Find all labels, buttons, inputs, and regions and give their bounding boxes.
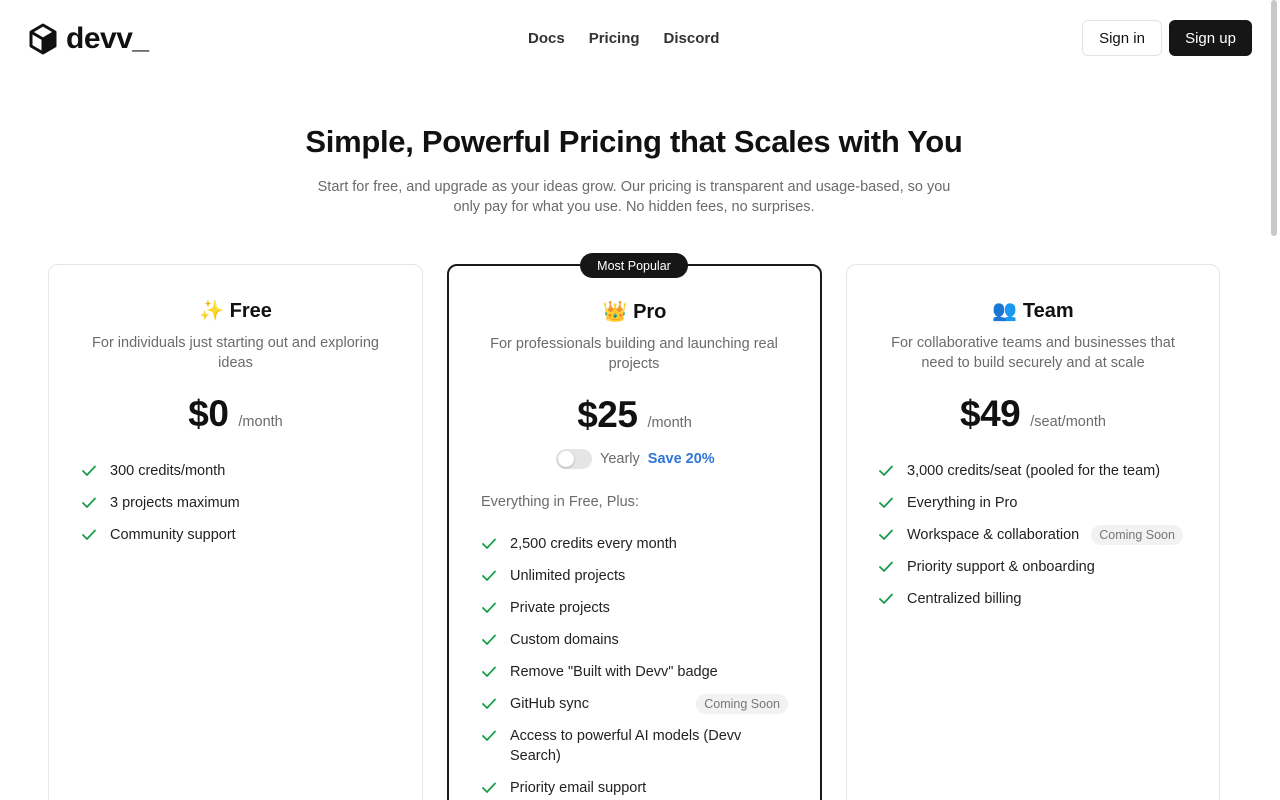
check-icon [879, 589, 893, 609]
nav-discord[interactable]: Discord [664, 30, 720, 47]
check-icon [482, 566, 496, 586]
price-period-pro: /month [647, 415, 692, 431]
price-pro: $25 /month [447, 394, 822, 436]
feature-pro-3: Private projects [482, 598, 610, 618]
feature-free-2: 3 projects maximum [82, 493, 240, 513]
site-header: devv_ Docs Pricing Discord Sign in Sign … [0, 0, 1280, 76]
feature-pro-6: GitHub sync Coming Soon [482, 694, 788, 714]
plan-name-free: Free [229, 300, 272, 322]
sparkles-icon: ✨ [199, 300, 225, 322]
plan-name-pro: Pro [633, 301, 667, 323]
save-label: Save 20% [647, 451, 715, 467]
toggle-knob [558, 451, 574, 467]
most-popular-badge: Most Popular [580, 253, 688, 278]
plan-desc-free: For individuals just starting out and ex… [92, 335, 379, 371]
nav-docs[interactable]: Docs [528, 30, 565, 47]
main-nav: Docs Pricing Discord [528, 30, 719, 47]
check-icon [879, 557, 893, 577]
sign-in-button[interactable]: Sign in [1082, 20, 1162, 56]
yearly-label: Yearly [600, 451, 640, 467]
plan-title-pro: 👑 Pro [447, 299, 822, 324]
feature-free-1: 300 credits/month [82, 461, 225, 481]
feature-team-4: Priority support & onboarding [879, 557, 1095, 577]
price-amount-team: $49 [960, 393, 1021, 434]
nav-pricing[interactable]: Pricing [589, 30, 640, 47]
coming-soon-badge: Coming Soon [1091, 525, 1183, 545]
check-icon [482, 662, 496, 682]
feature-pro-5: Remove "Built with Devv" badge [482, 662, 718, 682]
check-icon [879, 461, 893, 481]
logo-text: devv_ [66, 22, 149, 55]
cube-logo-icon [29, 23, 57, 55]
check-icon [482, 598, 496, 618]
check-icon [82, 493, 96, 513]
check-icon [879, 525, 893, 545]
feature-team-1: 3,000 credits/seat (pooled for the team) [879, 461, 1160, 481]
check-icon [482, 630, 496, 650]
page-scrollbar[interactable] [1271, 0, 1277, 236]
check-icon [482, 694, 496, 714]
sign-up-button[interactable]: Sign up [1169, 20, 1252, 56]
logo[interactable]: devv_ [28, 22, 149, 56]
feature-free-3: Community support [82, 525, 236, 545]
price-amount-free: $0 [188, 393, 229, 434]
feature-team-5: Centralized billing [879, 589, 1021, 609]
feature-pro-7: Access to powerful AI models (Devv Searc… [482, 726, 762, 766]
feature-pro-4: Custom domains [482, 630, 619, 650]
check-icon [482, 726, 496, 746]
crown-icon: 👑 [602, 301, 628, 323]
pro-features-intro: Everything in Free, Plus: [481, 494, 639, 510]
plan-title-free: ✨ Free [48, 298, 423, 323]
price-period-free: /month [238, 414, 283, 430]
feature-team-2: Everything in Pro [879, 493, 1017, 513]
feature-team-3: Workspace & collaboration Coming Soon [879, 525, 1183, 545]
price-amount-pro: $25 [577, 394, 638, 435]
check-icon [82, 525, 96, 545]
plan-desc-pro: For professionals building and launching… [490, 336, 778, 372]
plan-name-team: Team [1022, 300, 1074, 322]
feature-pro-1: 2,500 credits every month [482, 534, 677, 554]
check-icon [482, 778, 496, 798]
feature-pro-2: Unlimited projects [482, 566, 625, 586]
plan-desc-team: For collaborative teams and businesses t… [891, 335, 1175, 371]
price-team: $49 /seat/month [846, 393, 1220, 435]
page-title: Simple, Powerful Pricing that Scales wit… [305, 124, 963, 159]
price-free: $0 /month [48, 393, 423, 435]
yearly-toggle[interactable] [556, 449, 592, 469]
check-icon [482, 534, 496, 554]
check-icon [879, 493, 893, 513]
people-icon: 👥 [992, 300, 1018, 322]
check-icon [82, 461, 96, 481]
price-period-team: /seat/month [1030, 414, 1106, 430]
plan-title-team: 👥 Team [846, 298, 1220, 323]
page-subtitle: Start for free, and upgrade as your idea… [317, 179, 951, 215]
feature-pro-8: Priority email support [482, 778, 646, 798]
coming-soon-badge: Coming Soon [696, 694, 788, 714]
billing-toggle-row: Yearly Save 20% [556, 449, 715, 469]
